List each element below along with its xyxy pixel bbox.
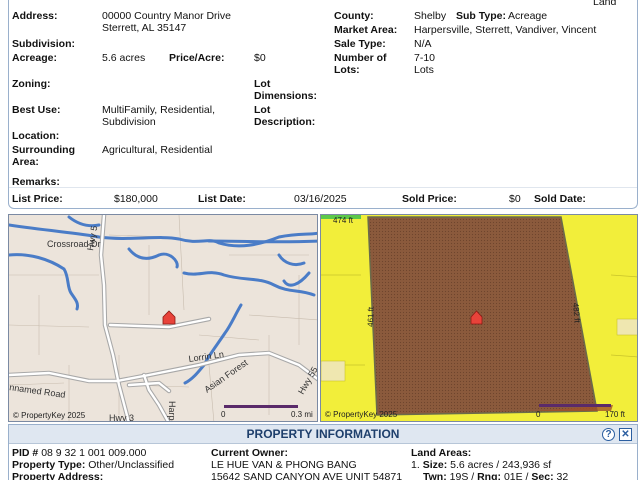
sale-type-label: Sale Type: [334, 38, 386, 50]
list-price-label: List Price: [12, 193, 63, 205]
subdivision-label: Subdivision: [12, 38, 75, 50]
svg-text:0.3 mi: 0.3 mi [291, 410, 313, 419]
svg-text:0: 0 [536, 410, 541, 419]
panel-title: PROPERTY INFORMATION [246, 427, 400, 441]
sale-type-value: N/A [414, 38, 432, 50]
num-lots-label: Number of [334, 52, 387, 64]
property-address-label: Property Address: [12, 471, 104, 480]
market-area-label: Market Area: [334, 24, 398, 36]
close-button[interactable]: ✕ [619, 428, 632, 441]
best-use-label: Best Use: [12, 104, 61, 116]
property-information-panel: PROPERTY INFORMATION ? ✕ PID # 08 9 32 1… [8, 424, 638, 480]
market-area-value: Harpersville, Sterrett, Vandiver, Vincen… [414, 24, 597, 36]
best-use-value: MultiFamily, Residential, [102, 104, 216, 116]
subtype-label: Sub Type: [456, 10, 506, 22]
lot-description-label: Lot [254, 104, 271, 116]
parcel-map[interactable]: 474 ft 461 ft 482 ft 0 170 ft © Property… [320, 214, 638, 422]
dim-top-label: 474 ft [333, 216, 354, 225]
price-acre-label: Price/Acre: [169, 52, 225, 64]
lot-dimensions-label-2: Dimensions: [254, 90, 318, 102]
property-address-row: Property Address: [12, 471, 103, 480]
rng-value: 01E [503, 471, 523, 480]
property-type-row: Property Type: Other/Unclassified [12, 459, 174, 471]
sec-value: 32 [556, 471, 569, 480]
county-value: Shelby [414, 10, 447, 22]
parcel-polygon[interactable] [367, 216, 598, 416]
svg-text:0: 0 [221, 410, 226, 419]
num-lots-value-2: Lots [414, 64, 434, 76]
street-map-canvas[interactable]: Crossroad Dr Hwy 5 Lorrin Ln Asian Fores… [9, 215, 318, 422]
label-harpe: Harpe St [167, 401, 177, 422]
list-date-value: 03/16/2025 [294, 193, 347, 205]
dim-left-label: 461 ft [366, 306, 376, 327]
sold-price-label: Sold Price: [402, 193, 457, 205]
pid-value: 08 9 32 1 001 009.000 [41, 447, 147, 459]
address-line2: Sterrett, AL 35147 [102, 22, 187, 34]
size-value: 5.6 acres / 243,936 sf [450, 459, 552, 471]
listing-detail-panel: Land Address: 00000 Country Manor Drive … [8, 0, 638, 209]
zoning-label: Zoning: [12, 78, 51, 90]
current-owner-label: Current Owner: [211, 447, 289, 459]
lot-description-label-2: Description: [254, 116, 316, 128]
parcel-map-canvas[interactable]: 474 ft 461 ft 482 ft 0 170 ft © Property… [321, 215, 638, 422]
address-label: Address: [12, 10, 58, 22]
owner-line2: 15642 SAND CANYON AVE UNIT 54871 [211, 471, 403, 480]
sold-price-value: $0 [509, 193, 521, 205]
surrounding-area-label-2: Area: [12, 156, 39, 168]
size-label: Size: [422, 459, 448, 471]
best-use-value-2: Subdivision [102, 116, 156, 128]
owner-line1: LE HUE VAN & PHONG BANG [211, 459, 357, 471]
twn-rng-sec-row: Twn: 19S / Rng: 01E / Sec: 32 [423, 471, 568, 480]
street-map-credit: © PropertyKey 2025 [13, 411, 86, 420]
list-date-label: List Date: [198, 193, 246, 205]
land-areas-label: Land Areas: [411, 447, 472, 459]
lot-dimensions-label: Lot [254, 78, 271, 90]
acreage-value: 5.6 acres [102, 52, 146, 64]
sold-date-label: Sold Date: [534, 193, 586, 205]
help-button[interactable]: ? [602, 428, 615, 441]
street-map[interactable]: Crossroad Dr Hwy 5 Lorrin Ln Asian Fores… [8, 214, 318, 422]
surrounding-area-value: Agricultural, Residential [102, 144, 213, 156]
address-line1: 00000 Country Manor Drive [102, 10, 231, 22]
svg-text:170 ft: 170 ft [605, 410, 626, 419]
county-label: County: [334, 10, 374, 22]
list-price-value: $180,000 [114, 193, 158, 205]
num-lots-value: 7-10 [414, 52, 436, 64]
land-size-row: 1. Size: 5.6 acres / 243,936 sf [411, 459, 552, 471]
parcel-map-credit: © PropertyKey 2025 [325, 410, 398, 419]
label-hwy-bottom: Hwy 3 [109, 413, 134, 422]
num-lots-label-2: Lots: [334, 64, 360, 76]
pid-label: PID # [12, 447, 39, 459]
twn-value: 19S [449, 471, 469, 480]
surrounding-area-label: Surrounding [12, 144, 75, 156]
price-acre-value: $0 [254, 52, 266, 64]
dim-right-label: 482 ft [571, 302, 582, 323]
property-type-label: Property Type: [12, 459, 86, 471]
property-type-value: Other/Unclassified [88, 459, 175, 471]
subtype-value: Acreage [508, 10, 548, 22]
property-information-header: PROPERTY INFORMATION ? ✕ [9, 425, 637, 444]
acreage-label: Acreage: [12, 52, 57, 64]
price-date-row: List Price: $180,000 List Date: 03/16/20… [9, 187, 637, 207]
property-class-label: Land [593, 0, 617, 8]
location-label: Location: [12, 130, 60, 142]
pid-row: PID # 08 9 32 1 001 009.000 [12, 447, 146, 459]
